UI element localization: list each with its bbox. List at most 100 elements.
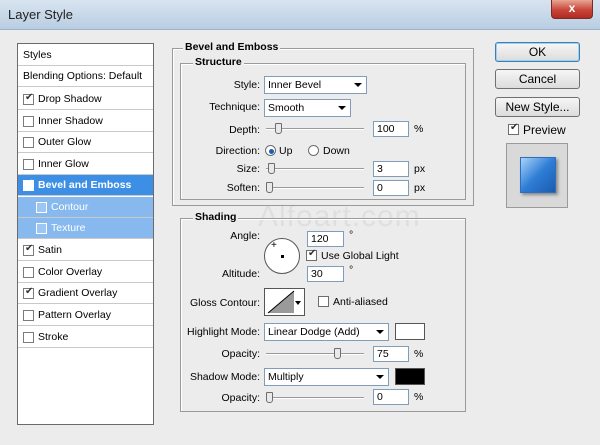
style-label: Style: (233, 79, 260, 91)
styles-item-checkbox[interactable] (23, 92, 34, 105)
highlight-opacity-unit: % (414, 348, 424, 360)
highlight-mode-select[interactable]: Linear Dodge (Add) (264, 323, 389, 341)
styles-item-contour[interactable]: Contour (18, 197, 153, 218)
soften-field[interactable]: 0 (373, 180, 409, 196)
styles-item-drop-shadow[interactable]: Drop Shadow (18, 89, 153, 110)
contour-preview-icon (267, 290, 295, 314)
styles-item-checkbox[interactable] (23, 266, 34, 278)
styles-list: Styles Blending Options: Default Drop Shad… (17, 43, 154, 425)
styles-item-label: Pattern Overlay (38, 309, 111, 321)
style-select-value: Inner Bevel (268, 79, 322, 91)
styles-item-checkbox[interactable] (23, 331, 34, 343)
window-title: Layer Style (8, 7, 74, 22)
styles-item-checkbox[interactable] (36, 201, 47, 213)
depth-slider-thumb[interactable] (275, 123, 282, 134)
styles-item-checkbox[interactable] (23, 115, 34, 127)
angle-dial[interactable]: + (264, 238, 300, 274)
shadow-opacity-field[interactable]: 0 (373, 389, 409, 405)
use-global-light-checkbox[interactable] (306, 248, 317, 261)
styles-item-checkbox[interactable] (23, 136, 34, 148)
chevron-down-icon (295, 301, 301, 305)
anti-aliased-checkbox[interactable] (318, 296, 329, 307)
bevel-emboss-title: Bevel and Emboss (183, 41, 281, 53)
direction-up-radio[interactable] (265, 145, 276, 156)
angle-unit: ° (349, 229, 354, 241)
styles-item-label: Drop Shadow (38, 93, 102, 105)
technique-select-value: Smooth (268, 102, 305, 114)
direction-up-label: Up (279, 145, 293, 157)
cancel-button[interactable]: Cancel (495, 69, 580, 89)
chevron-down-icon (376, 330, 384, 334)
styles-item-checkbox[interactable] (23, 309, 34, 321)
size-slider[interactable] (266, 163, 364, 174)
shadow-color-swatch[interactable] (395, 368, 425, 385)
size-label: Size: (236, 163, 260, 175)
styles-item-label: Blending Options: Default (23, 70, 143, 82)
shadow-mode-label: Shadow Mode: (189, 371, 260, 383)
styles-item-blending-options-default[interactable]: Blending Options: Default (18, 66, 153, 87)
angle-dial-center (281, 255, 284, 258)
altitude-label: Altitude: (222, 268, 260, 280)
altitude-field[interactable]: 30 (307, 266, 344, 282)
styles-item-stroke[interactable]: Stroke (18, 327, 153, 348)
styles-item-label: Contour (51, 201, 89, 213)
soften-slider-thumb[interactable] (266, 182, 273, 193)
styles-item-satin[interactable]: Satin (18, 240, 153, 261)
gloss-contour-label: Gloss Contour: (189, 297, 260, 309)
chevron-down-icon (376, 375, 384, 379)
styles-item-styles[interactable]: Styles (18, 44, 153, 66)
styles-item-checkbox[interactable] (23, 178, 34, 191)
shadow-opacity-unit: % (414, 391, 424, 403)
styles-item-label: Inner Shadow (38, 115, 103, 127)
preview-checkbox[interactable] (508, 122, 519, 135)
styles-item-checkbox[interactable] (23, 243, 34, 256)
shadow-mode-select[interactable]: Multiply (264, 368, 389, 386)
style-preview-box (506, 143, 568, 208)
soften-slider[interactable] (266, 182, 364, 193)
direction-down-radio[interactable] (308, 145, 319, 156)
styles-item-bevel-and-emboss[interactable]: Bevel and Emboss (18, 175, 153, 196)
styles-item-texture[interactable]: Texture (18, 218, 153, 239)
styles-item-inner-glow[interactable]: Inner Glow (18, 154, 153, 175)
shadow-opacity-slider[interactable] (266, 392, 364, 403)
ok-button[interactable]: OK (495, 42, 580, 62)
highlight-opacity-slider[interactable] (266, 348, 364, 359)
depth-slider[interactable] (266, 123, 364, 134)
styles-item-label: Texture (51, 222, 86, 234)
shadow-opacity-thumb[interactable] (266, 392, 273, 403)
styles-item-outer-glow[interactable]: Outer Glow (18, 132, 153, 153)
depth-field[interactable]: 100 (373, 121, 409, 137)
gloss-contour-picker[interactable] (264, 288, 305, 316)
styles-item-checkbox[interactable] (36, 222, 47, 234)
preview-label: Preview (523, 123, 566, 137)
close-button[interactable]: x (551, 0, 593, 19)
size-unit: px (414, 163, 426, 175)
soften-unit: px (414, 182, 426, 194)
highlight-opacity-thumb[interactable] (334, 348, 341, 359)
new-style-button[interactable]: New Style... (495, 97, 580, 117)
styles-item-label: Gradient Overlay (38, 287, 118, 299)
depth-label: Depth: (229, 124, 260, 136)
styles-item-pattern-overlay[interactable]: Pattern Overlay (18, 305, 153, 326)
angle-field[interactable]: 120 (307, 231, 344, 247)
title-bar: Layer Style x (0, 0, 600, 30)
technique-label: Technique: (209, 101, 260, 113)
styles-item-label: Styles (23, 48, 52, 61)
altitude-unit: ° (349, 264, 354, 276)
styles-item-inner-shadow[interactable]: Inner Shadow (18, 111, 153, 132)
technique-select[interactable]: Smooth (264, 99, 351, 117)
shadow-mode-value: Multiply (268, 371, 304, 383)
styles-item-label: Bevel and Emboss (38, 179, 132, 191)
styles-item-label: Satin (38, 244, 62, 256)
styles-item-checkbox[interactable] (23, 286, 34, 299)
crosshair-icon: + (271, 240, 277, 251)
highlight-opacity-field[interactable]: 75 (373, 346, 409, 362)
highlight-color-swatch[interactable] (395, 323, 425, 340)
size-slider-thumb[interactable] (268, 163, 275, 174)
styles-item-gradient-overlay[interactable]: Gradient Overlay (18, 283, 153, 304)
style-select[interactable]: Inner Bevel (264, 76, 367, 94)
styles-item-color-overlay[interactable]: Color Overlay (18, 262, 153, 283)
direction-down-label: Down (323, 145, 350, 157)
styles-item-checkbox[interactable] (23, 158, 34, 170)
size-field[interactable]: 3 (373, 161, 409, 177)
